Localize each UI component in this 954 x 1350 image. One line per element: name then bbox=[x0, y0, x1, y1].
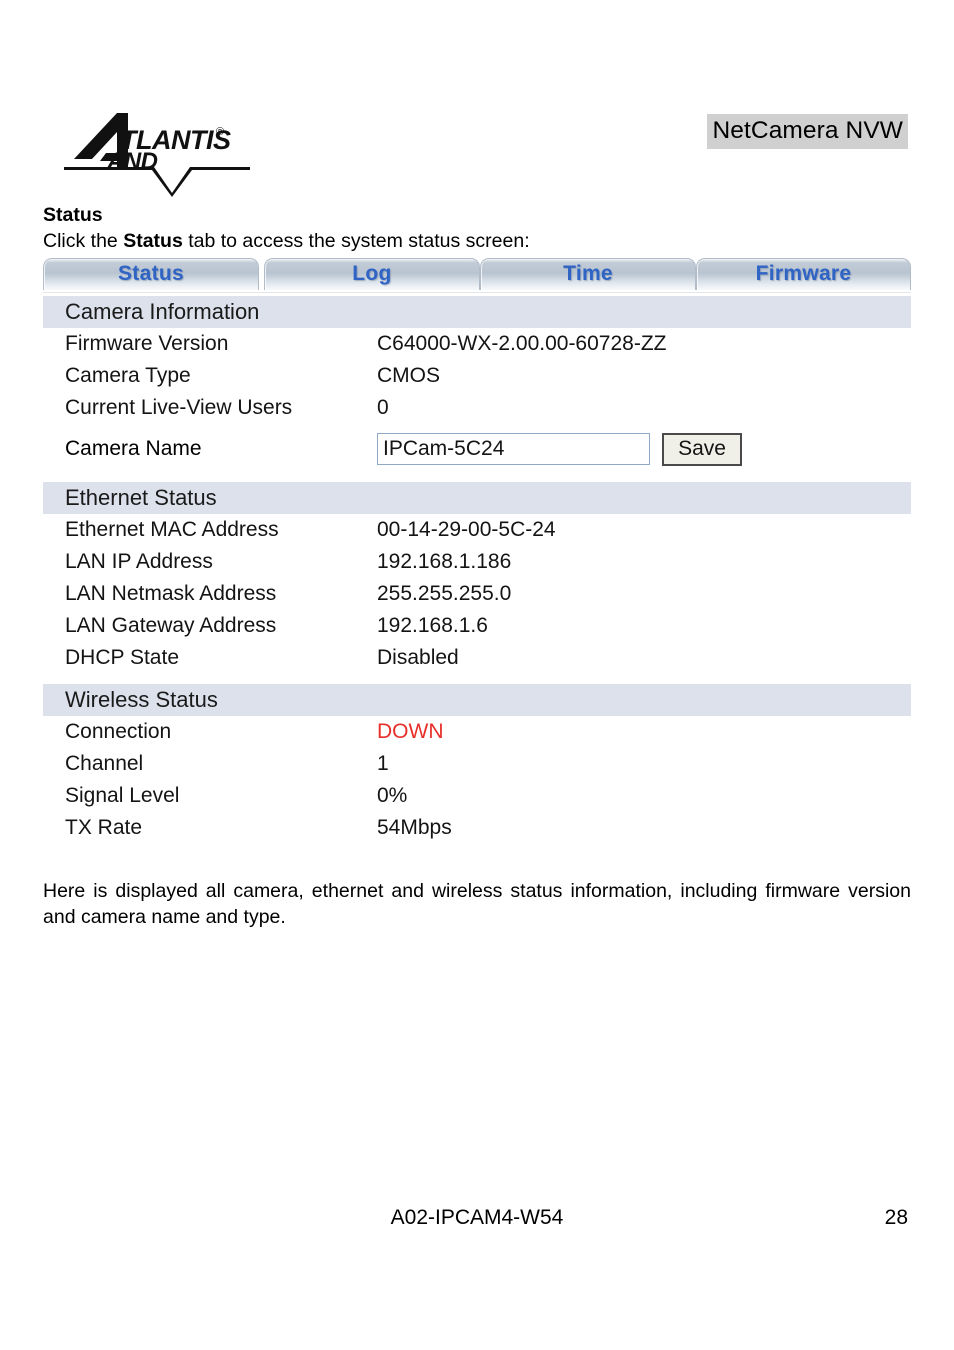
tab-log[interactable]: Log bbox=[264, 258, 480, 291]
row-camera-type: Camera Type CMOS bbox=[65, 360, 911, 392]
explanatory-paragraph: Here is displayed all camera, ethernet a… bbox=[43, 880, 911, 928]
camera-information-rows: Firmware Version C64000-WX-2.00.00-60728… bbox=[43, 328, 911, 472]
label-ethernet-mac-address: Ethernet MAC Address bbox=[65, 518, 279, 541]
row-dhcp-state: DHCP State Disabled bbox=[65, 642, 911, 674]
svg-text:®: ® bbox=[216, 126, 224, 138]
svg-text:AND: AND bbox=[106, 148, 158, 175]
value-signal-level: 0% bbox=[377, 784, 408, 807]
value-camera-type: CMOS bbox=[377, 364, 440, 387]
page-header: TLANTIS ® AND NetCamera NVW bbox=[0, 100, 954, 200]
value-ethernet-mac-address: 00-14-29-00-5C-24 bbox=[377, 518, 556, 541]
tab-time-label: Time bbox=[563, 262, 613, 285]
value-lan-netmask-address: 255.255.255.0 bbox=[377, 582, 512, 605]
label-connection: Connection bbox=[65, 720, 172, 743]
label-current-live-view-users: Current Live-View Users bbox=[65, 396, 293, 419]
document-title: NetCamera NVW bbox=[707, 114, 908, 149]
intro-prefix: Click the bbox=[43, 230, 124, 252]
label-lan-ip-address: LAN IP Address bbox=[65, 550, 213, 573]
label-camera-type: Camera Type bbox=[65, 364, 191, 387]
status-panel: Camera Information Firmware Version C640… bbox=[43, 296, 911, 844]
label-tx-rate: TX Rate bbox=[65, 816, 143, 839]
intro-suffix: tab to access the system status screen: bbox=[182, 230, 530, 252]
ethernet-status-rows: Ethernet MAC Address 00-14-29-00-5C-24 L… bbox=[43, 514, 911, 674]
row-tx-rate: TX Rate 54Mbps bbox=[65, 812, 911, 844]
tab-strip: Status Log Time Firmware bbox=[43, 256, 911, 291]
row-signal-level: Signal Level 0% bbox=[65, 780, 911, 812]
page-section-heading: Status bbox=[43, 204, 103, 226]
row-channel: Channel 1 bbox=[65, 748, 911, 780]
row-lan-gateway-address: LAN Gateway Address 192.168.1.6 bbox=[65, 610, 911, 642]
tab-firmware-label: Firmware bbox=[755, 262, 852, 285]
section-header-camera-information: Camera Information bbox=[43, 296, 911, 328]
tab-status[interactable]: Status bbox=[43, 258, 259, 291]
tab-firmware[interactable]: Firmware bbox=[696, 258, 911, 291]
section-header-wireless-status: Wireless Status bbox=[43, 684, 911, 716]
label-lan-gateway-address: LAN Gateway Address bbox=[65, 614, 277, 637]
row-current-live-view-users: Current Live-View Users 0 bbox=[65, 392, 911, 424]
label-firmware-version: Firmware Version bbox=[65, 332, 229, 355]
value-dhcp-state: Disabled bbox=[377, 646, 459, 669]
intro-sentence: Click the Status tab to access the syste… bbox=[43, 229, 530, 254]
label-channel: Channel bbox=[65, 752, 144, 775]
value-current-live-view-users: 0 bbox=[377, 396, 389, 419]
save-button[interactable]: Save bbox=[662, 432, 742, 466]
row-lan-ip-address: LAN IP Address 192.168.1.186 bbox=[65, 546, 911, 578]
label-lan-netmask-address: LAN Netmask Address bbox=[65, 582, 277, 605]
value-lan-ip-address: 192.168.1.186 bbox=[377, 550, 512, 573]
status-page-screenshot: Status Log Time Firmware Camera Informat… bbox=[43, 256, 911, 866]
row-camera-name: Camera Name Save bbox=[65, 426, 911, 472]
tab-time[interactable]: Time bbox=[480, 258, 696, 291]
row-lan-netmask-address: LAN Netmask Address 255.255.255.0 bbox=[65, 578, 911, 610]
value-firmware-version: C64000-WX-2.00.00-60728-ZZ bbox=[377, 332, 667, 355]
atlantis-land-logo: TLANTIS ® AND bbox=[62, 105, 252, 197]
footer-page-number: 28 bbox=[884, 1206, 908, 1229]
status-badge-connection: DOWN bbox=[377, 720, 444, 743]
row-connection: Connection DOWN bbox=[65, 716, 911, 748]
row-ethernet-mac-address: Ethernet MAC Address 00-14-29-00-5C-24 bbox=[65, 514, 911, 546]
tab-status-label: Status bbox=[118, 262, 184, 285]
tab-log-label: Log bbox=[352, 262, 392, 285]
row-firmware-version: Firmware Version C64000-WX-2.00.00-60728… bbox=[65, 328, 911, 360]
tab-strip-divider bbox=[43, 290, 911, 293]
label-camera-name: Camera Name bbox=[65, 437, 202, 460]
label-signal-level: Signal Level bbox=[65, 784, 180, 807]
section-header-ethernet-status: Ethernet Status bbox=[43, 482, 911, 514]
value-channel: 1 bbox=[377, 752, 389, 775]
value-lan-gateway-address: 192.168.1.6 bbox=[377, 614, 488, 637]
camera-name-input[interactable] bbox=[377, 433, 650, 465]
section-spacer-2 bbox=[43, 674, 911, 684]
intro-bold-term: Status bbox=[123, 230, 183, 252]
footer-product-code: A02-IPCAM4-W54 bbox=[390, 1206, 564, 1229]
label-dhcp-state: DHCP State bbox=[65, 646, 179, 669]
value-tx-rate: 54Mbps bbox=[377, 816, 452, 839]
wireless-status-rows: Connection DOWN Channel 1 Signal Level 0… bbox=[43, 716, 911, 844]
section-spacer-1 bbox=[43, 472, 911, 482]
